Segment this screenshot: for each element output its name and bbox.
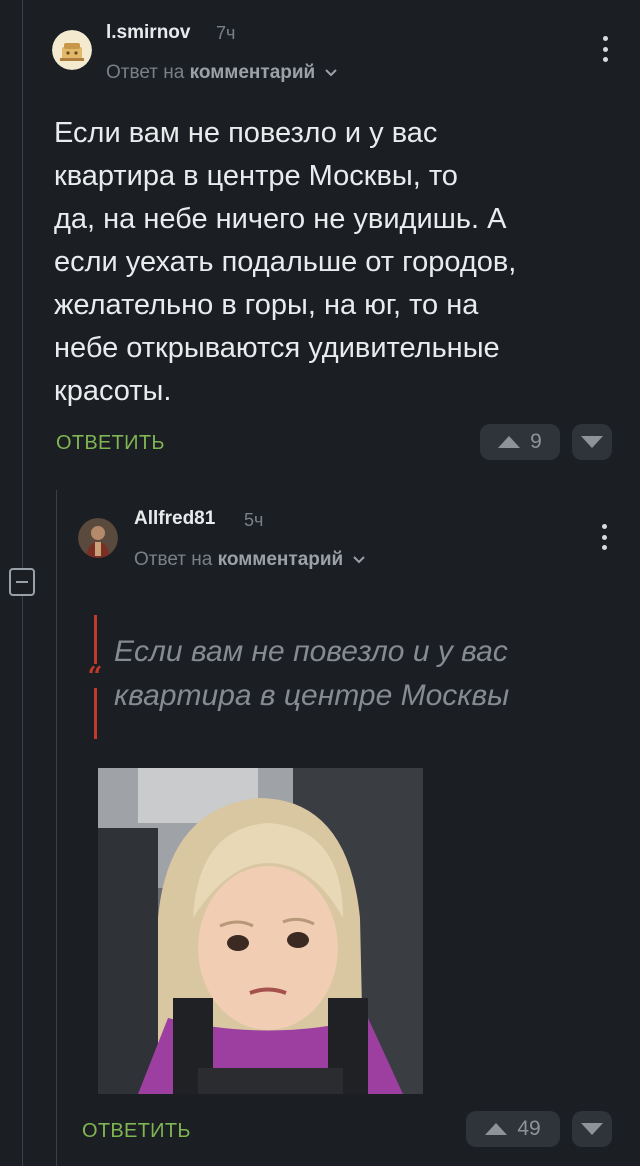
downvote-button[interactable]	[572, 1111, 612, 1147]
reply-to-target[interactable]: комментарий	[190, 62, 316, 83]
reply-to-link[interactable]: Ответ на комментарий	[134, 549, 365, 571]
vote-count: 49	[517, 1117, 541, 1140]
reply-to-target[interactable]: комментарий	[218, 549, 344, 570]
arrow-down-icon	[581, 436, 603, 448]
username[interactable]: l.smirnov	[106, 22, 190, 44]
arrow-up-icon	[485, 1123, 508, 1135]
comment-thread: l.smirnov 7ч Ответ на комментарий Если в…	[0, 0, 640, 1166]
vote-count: 9	[530, 430, 542, 453]
chevron-down-icon	[324, 69, 337, 77]
reply-to-prefix: Ответ на	[134, 549, 213, 570]
reply-button[interactable]: ОТВЕТИТЬ	[56, 432, 165, 455]
comment-image[interactable]	[98, 768, 423, 1094]
avatar[interactable]	[52, 30, 92, 70]
reply-button[interactable]: ОТВЕТИТЬ	[82, 1120, 191, 1143]
more-options-icon[interactable]	[602, 36, 608, 62]
more-options-icon[interactable]	[601, 524, 607, 550]
arrow-up-icon	[498, 436, 521, 448]
minus-icon	[16, 581, 28, 583]
timestamp: 5ч	[244, 510, 264, 530]
upvote-button[interactable]: 9	[480, 424, 560, 460]
reply-to-prefix: Ответ на	[106, 62, 185, 83]
arrow-down-icon	[581, 1123, 603, 1135]
timestamp: 7ч	[216, 23, 236, 43]
chevron-down-icon	[352, 556, 365, 564]
avatar[interactable]	[78, 518, 118, 558]
username[interactable]: Allfred81	[134, 508, 215, 530]
thread-line-nested	[56, 490, 57, 1166]
quote-icon: “	[86, 662, 104, 692]
upvote-button[interactable]: 49	[466, 1111, 560, 1147]
collapse-thread-button[interactable]	[9, 568, 35, 596]
downvote-button[interactable]	[572, 424, 612, 460]
quoted-text: Если вам не повезло и у вас квартира в ц…	[114, 635, 510, 712]
reply-to-link[interactable]: Ответ на комментарий	[106, 62, 337, 84]
comment-text: Если вам не повезло и у вас квартира в ц…	[54, 117, 517, 407]
